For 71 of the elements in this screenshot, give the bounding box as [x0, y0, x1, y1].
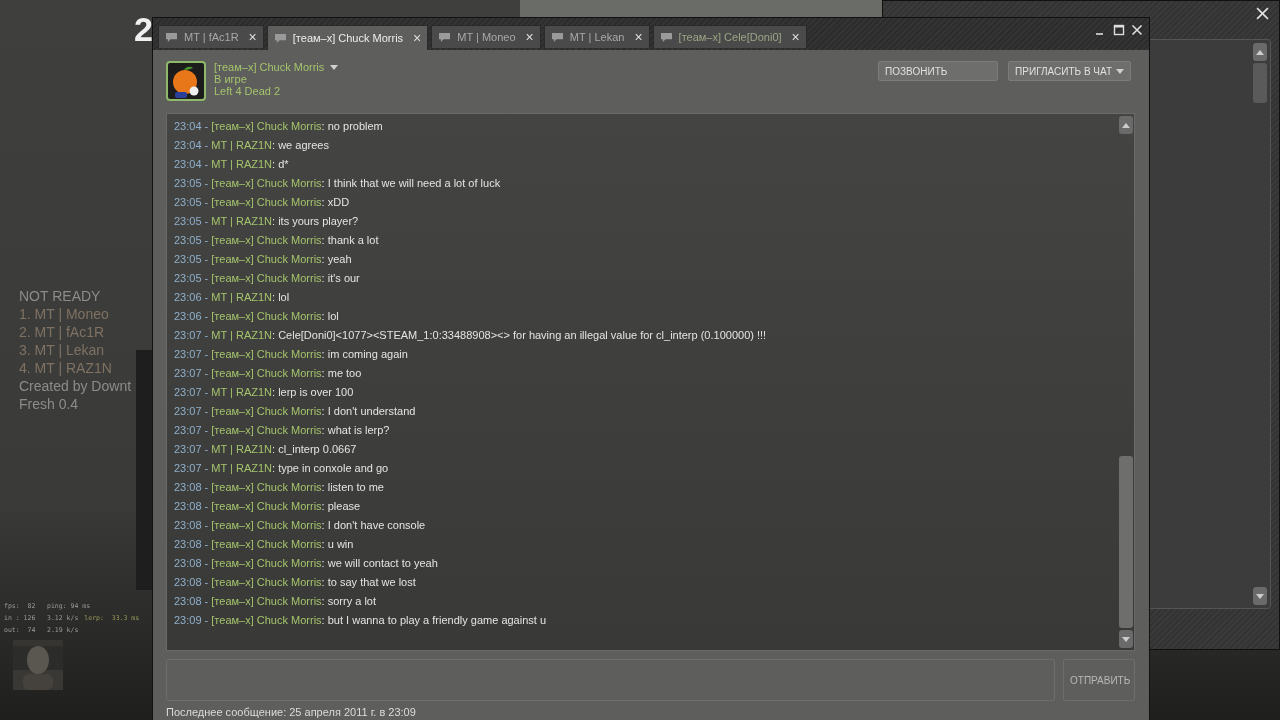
chat-message: 23:09 - [теам–x] Chuck Morris: but I wanna to play a friendly game against u	[174, 613, 548, 628]
chat-tab[interactable]: [теам–x] Cele[Doni0] ×	[652, 25, 807, 48]
chat-message: 23:05 - [теам–x] Chuck Morris: thank a lot	[174, 233, 380, 248]
scroll-down-button[interactable]	[1119, 630, 1133, 648]
chat-message: 23:08 - [теам–x] Chuck Morris: to say that we lost	[174, 575, 417, 590]
dropdown-caret-icon[interactable]	[330, 64, 339, 70]
close-tab-button[interactable]: ×	[413, 30, 422, 46]
scroll-down-button[interactable]	[1253, 587, 1267, 605]
scrollbar-thumb[interactable]	[1119, 456, 1133, 628]
chat-message: 23:05 - [теам–x] Chuck Morris: yeah	[174, 252, 353, 267]
chat-message: 23:07 - [теам–x] Chuck Morris: what is lerp?	[174, 423, 391, 438]
scrollbar-thumb[interactable]	[1253, 63, 1267, 103]
chat-message: 23:04 - MT | RAZ1N: we agrees	[174, 138, 330, 153]
chat-message: 23:08 - [теам–x] Chuck Morris: I don't have console	[174, 518, 427, 533]
chat-bubble-icon	[165, 31, 178, 43]
chat-message: 23:08 - [теам–x] Chuck Morris: u win	[174, 537, 355, 552]
chat-message: 23:05 - [теам–x] Chuck Morris: xDD	[174, 195, 351, 210]
chat-message: 23:04 - [теам–x] Chuck Morris: no problem	[174, 119, 384, 134]
credits-text: Fresh 0.4	[19, 395, 80, 413]
chat-message: 23:06 - MT | RAZ1N: lol	[174, 290, 291, 305]
chat-tab[interactable]: MT | Moneo ×	[431, 25, 541, 48]
chat-message: 23:07 - MT | RAZ1N: type in conxole and go	[174, 461, 390, 476]
chat-tab[interactable]: MT | fAc1R ×	[158, 25, 264, 48]
player-entry: 1. MT | Moneo	[19, 305, 110, 323]
chat-message: 23:08 - [теам–x] Chuck Morris: please	[174, 499, 362, 514]
up-arrow-icon	[1256, 49, 1264, 55]
down-arrow-icon	[1122, 636, 1130, 642]
chat-tab[interactable]: [теам–x] Chuck Morris ×	[266, 25, 429, 50]
round-number: 2	[134, 10, 153, 49]
close-tab-button[interactable]: ×	[248, 29, 257, 45]
chat-message: 23:05 - [теам–x] Chuck Morris: I think that we will need a lot of luck	[174, 176, 502, 191]
chat-message: 23:06 - [теам–x] Chuck Morris: lol	[174, 309, 340, 324]
chat-message: 23:08 - [теам–x] Chuck Morris: sorry a lot	[174, 594, 377, 609]
chat-bubble-icon	[550, 31, 564, 43]
chat-tab[interactable]: MT | Lekan ×	[543, 25, 650, 48]
last-message-info: Последнее сообщение: 25 апреля 2011 г. в 23:09	[166, 706, 417, 718]
chat-bubble-icon	[659, 31, 673, 43]
chat-message: 23:05 - [теам–x] Chuck Morris: it's our	[174, 271, 361, 286]
maximize-icon[interactable]	[1113, 24, 1125, 36]
scroll-up-button[interactable]	[1119, 116, 1133, 134]
chat-bubble-icon	[438, 31, 452, 43]
close-tab-button[interactable]: ×	[791, 29, 800, 45]
invite-to-chat-button[interactable]: ПРИГЛАСИТЬ В ЧАТ	[1008, 61, 1131, 81]
friend-game: Left 4 Dead 2	[214, 85, 282, 97]
chat-message: 23:07 - MT | RAZ1N: Cele[Doni0]<1077><STEAM_1:0:33488908><> for having an illegal value for cl_interp (0.100000) !!!	[174, 328, 768, 343]
close-icon[interactable]	[1256, 7, 1269, 20]
player-entry: 4. MT | RAZ1N	[19, 359, 113, 377]
chat-bubble-icon	[273, 32, 287, 44]
scroll-up-button[interactable]	[1253, 43, 1267, 61]
call-button[interactable]: ПОЗВОНИТЬ	[878, 61, 999, 81]
chat-message: 23:07 - [теам–x] Chuck Morris: im coming again	[174, 347, 409, 362]
friend-status: В игре	[214, 73, 248, 85]
up-arrow-icon	[1122, 122, 1130, 128]
chat-message: 23:05 - MT | RAZ1N: its yours player?	[174, 214, 360, 229]
credits-text: Created by Downt	[19, 377, 132, 395]
caret-icon	[1116, 68, 1124, 74]
player-entry: 3. MT | Lekan	[19, 341, 106, 359]
player-entry: 2. MT | fAc1R	[19, 323, 106, 341]
chat-message: 23:07 - MT | RAZ1N: cl_interp 0.0667	[174, 442, 358, 457]
friend-name: [теам–x] Chuck Morris	[214, 61, 325, 73]
chat-message: 23:08 - [теам–x] Chuck Morris: we will contact to yeah	[174, 556, 439, 571]
chat-message: 23:07 - MT | RAZ1N: lerp is over 100	[174, 385, 355, 400]
chat-message: 23:08 - [теам–x] Chuck Morris: listen to me	[174, 480, 385, 495]
close-icon[interactable]	[1131, 24, 1143, 36]
chat-message: 23:07 - [теам–x] Chuck Morris: me too	[174, 366, 363, 381]
ready-title: NOT READY	[19, 287, 102, 305]
close-tab-button[interactable]: ×	[525, 29, 534, 45]
chat-message: 23:07 - [теам–x] Chuck Morris: I don't understand	[174, 404, 417, 419]
close-tab-button[interactable]: ×	[634, 29, 643, 45]
chat-message: 23:04 - MT | RAZ1N: d*	[174, 157, 290, 172]
down-arrow-icon	[1256, 593, 1264, 599]
